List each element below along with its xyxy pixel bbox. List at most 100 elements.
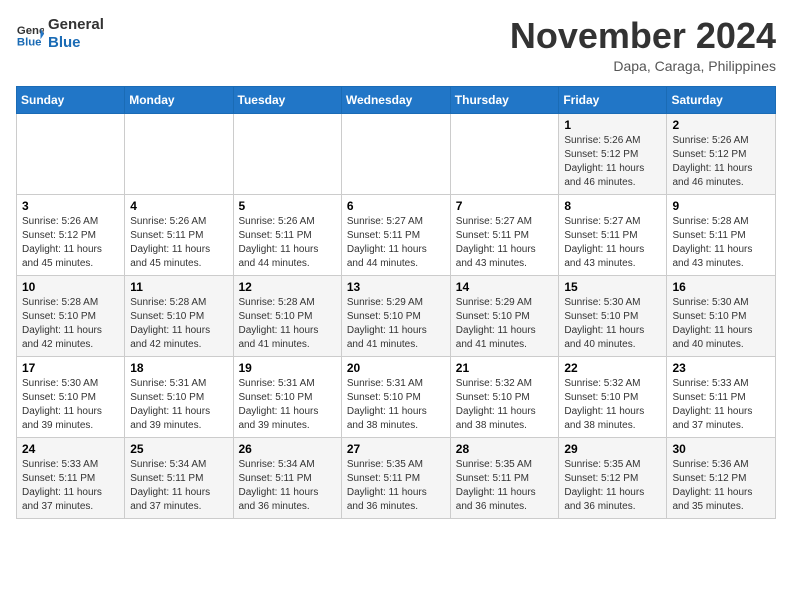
day-info: Sunrise: 5:35 AM Sunset: 5:11 PM Dayligh… <box>347 458 445 514</box>
calendar-week-1: 1 Sunrise: 5:26 AM Sunset: 5:12 PM Daylig… <box>17 113 776 194</box>
day-number: 20 <box>347 361 445 375</box>
day-info: Sunrise: 5:36 AM Sunset: 5:12 PM Dayligh… <box>672 458 770 514</box>
day-info: Sunrise: 5:28 AM Sunset: 5:10 PM Dayligh… <box>130 296 227 352</box>
calendar-cell: 18 Sunrise: 5:31 AM Sunset: 5:10 PM Dayli… <box>125 356 233 437</box>
calendar-cell: 24 Sunrise: 5:33 AM Sunset: 5:11 PM Dayli… <box>17 437 125 518</box>
day-number: 27 <box>347 442 445 456</box>
weekday-header-saturday: Saturday <box>667 86 776 113</box>
calendar-cell: 20 Sunrise: 5:31 AM Sunset: 5:10 PM Dayli… <box>341 356 450 437</box>
calendar-cell: 28Sunrise: 5:35 AM Sunset: 5:11 PM Dayli… <box>450 437 559 518</box>
day-number: 29 <box>564 442 661 456</box>
day-number: 11 <box>130 280 227 294</box>
weekday-header-wednesday: Wednesday <box>341 86 450 113</box>
calendar-cell: 14 Sunrise: 5:29 AM Sunset: 5:10 PM Dayli… <box>450 275 559 356</box>
calendar-cell: 8 Sunrise: 5:27 AM Sunset: 5:11 PM Daylig… <box>559 194 667 275</box>
day-info: Sunrise: 5:26 AM Sunset: 5:12 PM Dayligh… <box>22 215 119 271</box>
calendar-cell: 27 Sunrise: 5:35 AM Sunset: 5:11 PM Dayli… <box>341 437 450 518</box>
day-number: 25 <box>130 442 227 456</box>
day-number: 5 <box>239 199 336 213</box>
day-info: Sunrise: 5:26 AM Sunset: 5:12 PM Dayligh… <box>672 134 770 190</box>
calendar-cell: 4 Sunrise: 5:26 AM Sunset: 5:11 PM Daylig… <box>125 194 233 275</box>
calendar-cell: 2Sunrise: 5:26 AM Sunset: 5:12 PM Daylig… <box>667 113 776 194</box>
svg-text:General: General <box>17 25 44 37</box>
month-title: November 2024 <box>510 16 776 56</box>
day-number: 13 <box>347 280 445 294</box>
calendar-cell: 17 Sunrise: 5:30 AM Sunset: 5:10 PM Dayli… <box>17 356 125 437</box>
calendar-cell: 13 Sunrise: 5:29 AM Sunset: 5:10 PM Dayli… <box>341 275 450 356</box>
day-info: Sunrise: 5:27 AM Sunset: 5:11 PM Dayligh… <box>564 215 661 271</box>
weekday-header-thursday: Thursday <box>450 86 559 113</box>
day-info: Sunrise: 5:29 AM Sunset: 5:10 PM Dayligh… <box>456 296 554 352</box>
calendar-cell: 5 Sunrise: 5:26 AM Sunset: 5:11 PM Daylig… <box>233 194 341 275</box>
day-info: Sunrise: 5:30 AM Sunset: 5:10 PM Dayligh… <box>672 296 770 352</box>
weekday-header-sunday: Sunday <box>17 86 125 113</box>
calendar-cell <box>17 113 125 194</box>
day-info: Sunrise: 5:27 AM Sunset: 5:11 PM Dayligh… <box>347 215 445 271</box>
weekday-header-friday: Friday <box>559 86 667 113</box>
day-info: Sunrise: 5:34 AM Sunset: 5:11 PM Dayligh… <box>239 458 336 514</box>
calendar-cell <box>125 113 233 194</box>
day-number: 30 <box>672 442 770 456</box>
weekday-header-row: SundayMondayTuesdayWednesdayThursdayFrid… <box>17 86 776 113</box>
calendar-cell <box>341 113 450 194</box>
calendar-cell: 23 Sunrise: 5:33 AM Sunset: 5:11 PM Dayli… <box>667 356 776 437</box>
weekday-header-monday: Monday <box>125 86 233 113</box>
day-number: 4 <box>130 199 227 213</box>
day-number: 17 <box>22 361 119 375</box>
day-number: 16 <box>672 280 770 294</box>
day-info: Sunrise: 5:31 AM Sunset: 5:10 PM Dayligh… <box>239 377 336 433</box>
day-number: 14 <box>456 280 554 294</box>
calendar-table: SundayMondayTuesdayWednesdayThursdayFrid… <box>16 86 776 519</box>
calendar-week-5: 24 Sunrise: 5:33 AM Sunset: 5:11 PM Dayli… <box>17 437 776 518</box>
day-number: 10 <box>22 280 119 294</box>
calendar-cell: 10Sunrise: 5:28 AM Sunset: 5:10 PM Dayli… <box>17 275 125 356</box>
day-number: 12 <box>239 280 336 294</box>
weekday-header-tuesday: Tuesday <box>233 86 341 113</box>
location-subtitle: Dapa, Caraga, Philippines <box>510 58 776 74</box>
day-number: 19 <box>239 361 336 375</box>
calendar-cell: 11 Sunrise: 5:28 AM Sunset: 5:10 PM Dayli… <box>125 275 233 356</box>
day-info: Sunrise: 5:33 AM Sunset: 5:11 PM Dayligh… <box>672 377 770 433</box>
day-number: 23 <box>672 361 770 375</box>
day-info: Sunrise: 5:33 AM Sunset: 5:11 PM Dayligh… <box>22 458 119 514</box>
day-number: 18 <box>130 361 227 375</box>
day-number: 15 <box>564 280 661 294</box>
day-number: 26 <box>239 442 336 456</box>
calendar-cell: 16 Sunrise: 5:30 AM Sunset: 5:10 PM Dayli… <box>667 275 776 356</box>
day-info: Sunrise: 5:30 AM Sunset: 5:10 PM Dayligh… <box>564 296 661 352</box>
day-number: 6 <box>347 199 445 213</box>
day-info: Sunrise: 5:27 AM Sunset: 5:11 PM Dayligh… <box>456 215 554 271</box>
calendar-week-2: 3Sunrise: 5:26 AM Sunset: 5:12 PM Daylig… <box>17 194 776 275</box>
day-info: Sunrise: 5:28 AM Sunset: 5:10 PM Dayligh… <box>239 296 336 352</box>
day-info: Sunrise: 5:30 AM Sunset: 5:10 PM Dayligh… <box>22 377 119 433</box>
page-header: General Blue General Blue November 2024 … <box>16 16 776 74</box>
day-number: 1 <box>564 118 661 132</box>
calendar-cell: 21Sunrise: 5:32 AM Sunset: 5:10 PM Dayli… <box>450 356 559 437</box>
calendar-cell: 12 Sunrise: 5:28 AM Sunset: 5:10 PM Dayli… <box>233 275 341 356</box>
day-info: Sunrise: 5:26 AM Sunset: 5:11 PM Dayligh… <box>130 215 227 271</box>
calendar-week-3: 10 Sunrise: 5:28 AM Sunset: 5:10 PM Dayli… <box>17 275 776 356</box>
day-info: Sunrise: 5:26 AM Sunset: 5:11 PM Dayligh… <box>239 215 336 271</box>
day-info: Sunrise: 5:26 AM Sunset: 5:12 PM Dayligh… <box>564 134 661 190</box>
calendar-cell: 15 Sunrise: 5:30 AM Sunset: 5:10 PM Dayli… <box>559 275 667 356</box>
day-number: 24 <box>22 442 119 456</box>
calendar-cell <box>450 113 559 194</box>
calendar-cell: 30 Sunrise: 5:36 AM Sunset: 5:12 PM Dayli… <box>667 437 776 518</box>
calendar-cell: 25Sunrise: 5:34 AM Sunset: 5:11 PM Dayli… <box>125 437 233 518</box>
day-info: Sunrise: 5:35 AM Sunset: 5:12 PM Dayligh… <box>564 458 661 514</box>
day-number: 9 <box>672 199 770 213</box>
day-info: Sunrise: 5:28 AM Sunset: 5:11 PM Dayligh… <box>672 215 770 271</box>
calendar-cell: 7Sunrise: 5:27 AM Sunset: 5:11 PM Daylig… <box>450 194 559 275</box>
calendar-cell: 9 Sunrise: 5:28 AM Sunset: 5:11 PM Daylig… <box>667 194 776 275</box>
day-info: Sunrise: 5:31 AM Sunset: 5:10 PM Dayligh… <box>130 377 227 433</box>
calendar-cell: 26 Sunrise: 5:34 AM Sunset: 5:11 PM Dayli… <box>233 437 341 518</box>
day-number: 21 <box>456 361 554 375</box>
day-number: 8 <box>564 199 661 213</box>
calendar-cell <box>233 113 341 194</box>
day-info: Sunrise: 5:29 AM Sunset: 5:10 PM Dayligh… <box>347 296 445 352</box>
calendar-cell: 1 Sunrise: 5:26 AM Sunset: 5:12 PM Daylig… <box>559 113 667 194</box>
day-number: 28 <box>456 442 554 456</box>
logo-icon: General Blue <box>16 20 44 48</box>
day-info: Sunrise: 5:31 AM Sunset: 5:10 PM Dayligh… <box>347 377 445 433</box>
logo: General Blue General Blue <box>16 16 104 52</box>
